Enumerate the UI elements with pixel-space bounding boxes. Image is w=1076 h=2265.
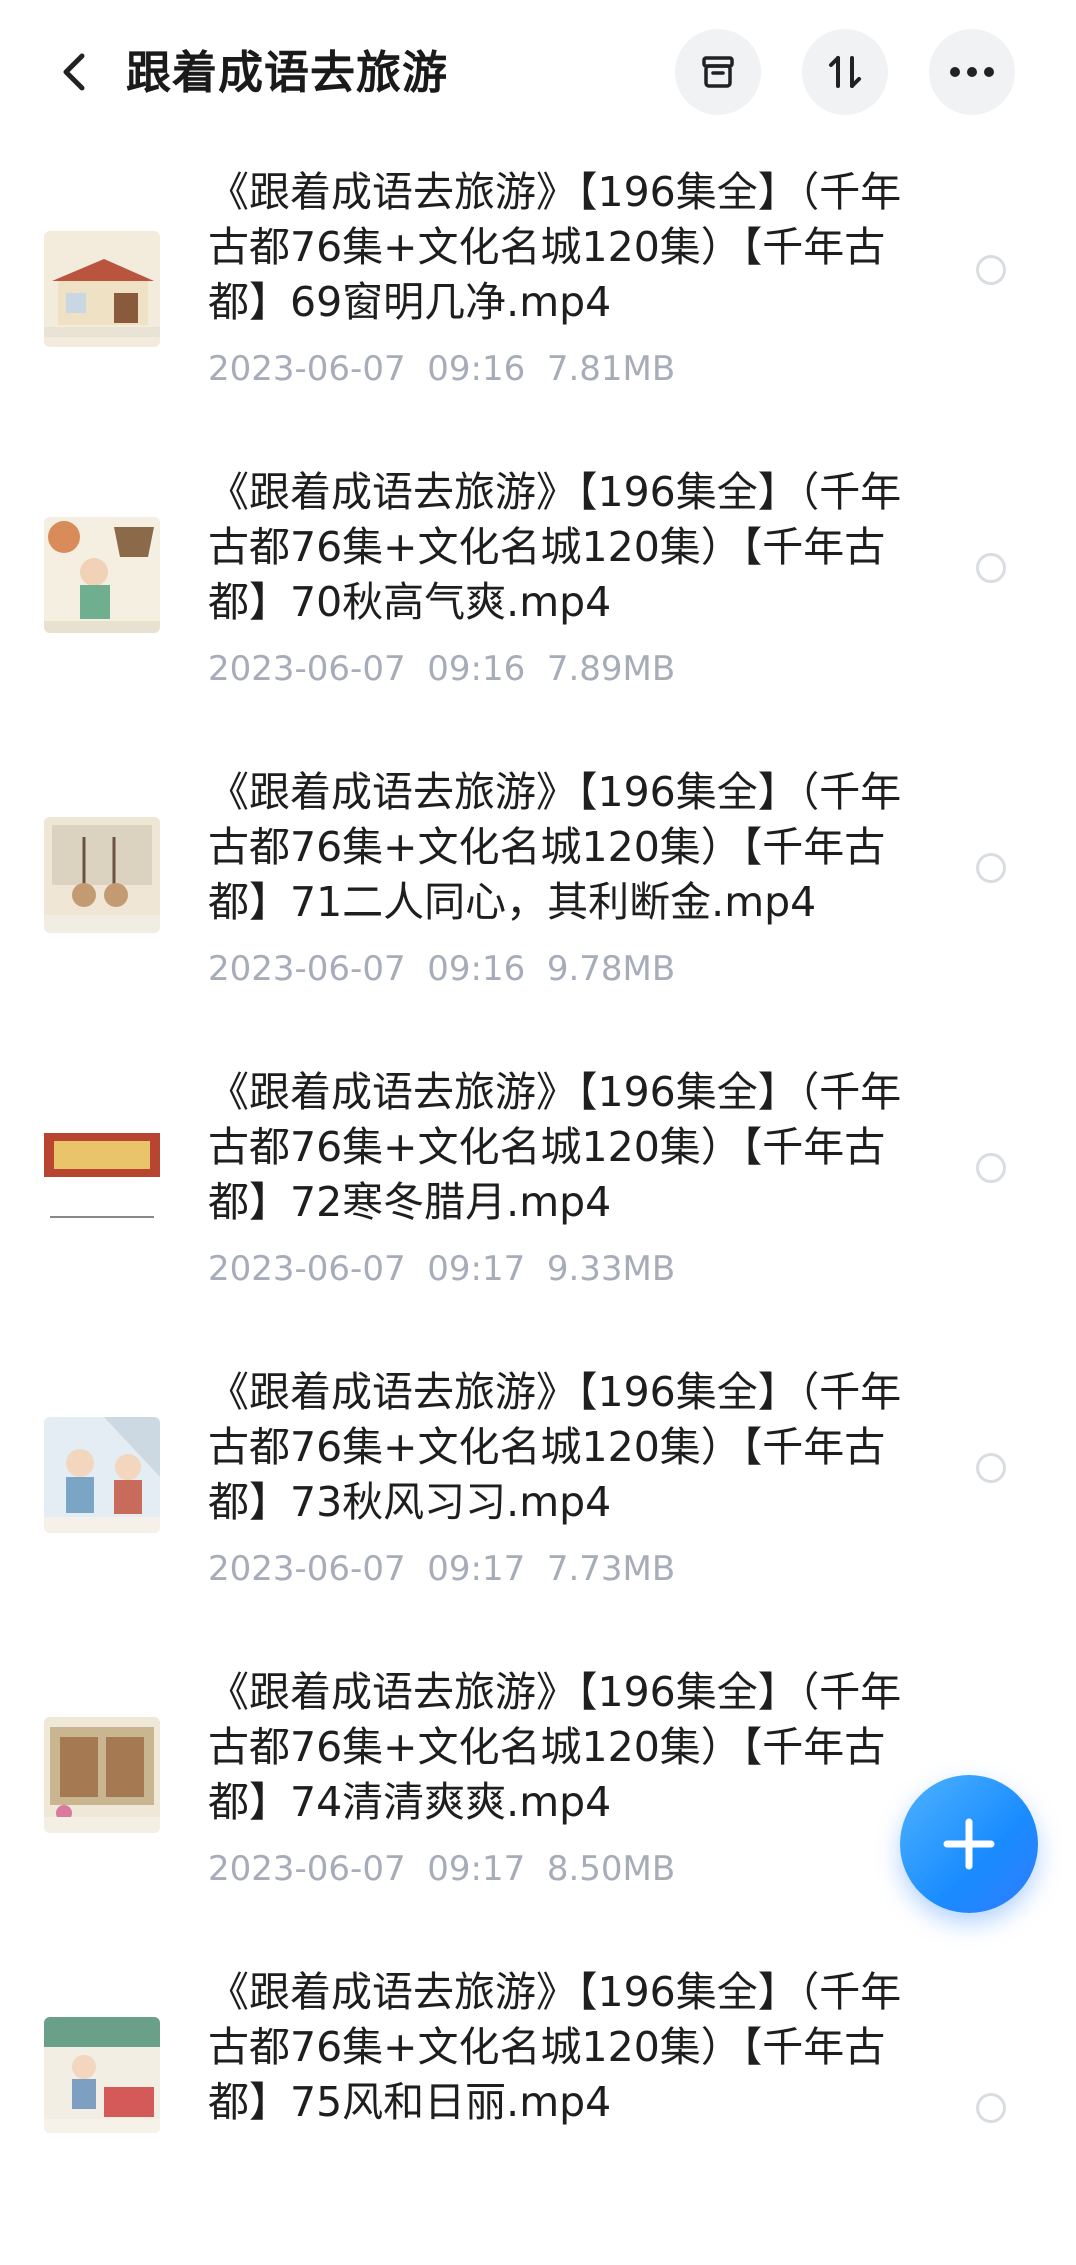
file-name: 《跟着成语去旅游》【196集全】（千年古都76集+文化名城120集）【千年古都】… (208, 1368, 902, 1526)
video-thumbnail-icon (44, 2017, 160, 2133)
file-row[interactable]: 《跟着成语去旅游》【196集全】（千年古都76集+文化名城120集）【千年古都】… (0, 1365, 1076, 1665)
chevron-left-icon (63, 53, 85, 91)
file-time: 09:16 (427, 949, 526, 989)
file-name: 《跟着成语去旅游》【196集全】（千年古都76集+文化名城120集）【千年古都】… (208, 168, 902, 326)
file-meta: 2023-06-07 09:17 9.33MB (208, 1247, 675, 1291)
file-meta: 2023-06-07 09:16 7.81MB (208, 347, 675, 391)
file-size: 7.81MB (546, 349, 676, 389)
file-date: 2023-06-07 (208, 1249, 406, 1289)
select-radio[interactable] (976, 1453, 1006, 1483)
file-row[interactable]: 《跟着成语去旅游》【196集全】（千年古都76集+文化名城120集）【千年古都】… (0, 765, 1076, 1065)
file-meta: 2023-06-07 09:16 9.78MB (208, 947, 675, 991)
add-button[interactable] (900, 1775, 1038, 1913)
select-radio[interactable] (976, 2093, 1006, 2123)
file-time: 09:17 (427, 1849, 526, 1889)
file-date: 2023-06-07 (208, 949, 406, 989)
file-size: 7.89MB (546, 649, 676, 689)
file-date: 2023-06-07 (208, 649, 406, 689)
video-thumbnail-icon (44, 1117, 160, 1233)
file-meta: 2023-06-07 09:17 8.50MB (208, 1847, 675, 1891)
archive-box-icon (702, 56, 734, 88)
select-radio[interactable] (976, 853, 1006, 883)
file-meta: 2023-06-07 09:16 7.89MB (208, 647, 675, 691)
file-row[interactable]: 《跟着成语去旅游》【196集全】（千年古都76集+文化名城120集）【千年古都】… (0, 465, 1076, 765)
file-size: 8.50MB (546, 1849, 676, 1889)
back-button[interactable] (44, 42, 104, 102)
archive-button[interactable] (675, 29, 761, 115)
more-dots-icon (950, 67, 994, 77)
file-time: 09:16 (427, 649, 526, 689)
file-row[interactable]: 《跟着成语去旅游》【196集全】（千年古都76集+文化名城120集）【千年古都】… (0, 1065, 1076, 1365)
file-time: 09:17 (427, 1549, 526, 1589)
select-radio[interactable] (976, 553, 1006, 583)
file-name: 《跟着成语去旅游》【196集全】（千年古都76集+文化名城120集）【千年古都】… (208, 1968, 902, 2126)
plus-icon (943, 1818, 995, 1870)
file-size: 7.73MB (546, 1549, 676, 1589)
top-bar: 跟着成语去旅游 (0, 0, 1076, 150)
file-size: 9.78MB (546, 949, 676, 989)
file-name: 《跟着成语去旅游》【196集全】（千年古都76集+文化名城120集）【千年古都】… (208, 768, 902, 926)
select-radio[interactable] (976, 255, 1006, 285)
file-row[interactable]: 《跟着成语去旅游》【196集全】（千年古都76集+文化名城120集）【千年古都】… (0, 1965, 1076, 2265)
page-title: 跟着成语去旅游 (126, 46, 449, 99)
sort-arrows-icon (829, 56, 861, 88)
file-date: 2023-06-07 (208, 349, 406, 389)
file-row[interactable]: 《跟着成语去旅游》【196集全】（千年古都76集+文化名城120集）【千年古都】… (0, 165, 1076, 465)
video-thumbnail-icon (44, 817, 160, 933)
video-thumbnail-icon (44, 517, 160, 633)
file-date: 2023-06-07 (208, 1549, 406, 1589)
sort-button[interactable] (802, 29, 888, 115)
file-name: 《跟着成语去旅游》【196集全】（千年古都76集+文化名城120集）【千年古都】… (208, 1668, 902, 1826)
file-time: 09:16 (427, 349, 526, 389)
video-thumbnail-icon (44, 1717, 160, 1833)
more-button[interactable] (929, 29, 1015, 115)
file-name: 《跟着成语去旅游》【196集全】（千年古都76集+文化名城120集）【千年古都】… (208, 468, 902, 626)
video-thumbnail-icon (44, 1417, 160, 1533)
file-size: 9.33MB (546, 1249, 676, 1289)
file-date: 2023-06-07 (208, 1849, 406, 1889)
video-thumbnail-icon (44, 231, 160, 347)
file-meta: 2023-06-07 09:17 7.73MB (208, 1547, 675, 1591)
file-name: 《跟着成语去旅游》【196集全】（千年古都76集+文化名城120集）【千年古都】… (208, 1068, 902, 1226)
select-radio[interactable] (976, 1153, 1006, 1183)
file-time: 09:17 (427, 1249, 526, 1289)
